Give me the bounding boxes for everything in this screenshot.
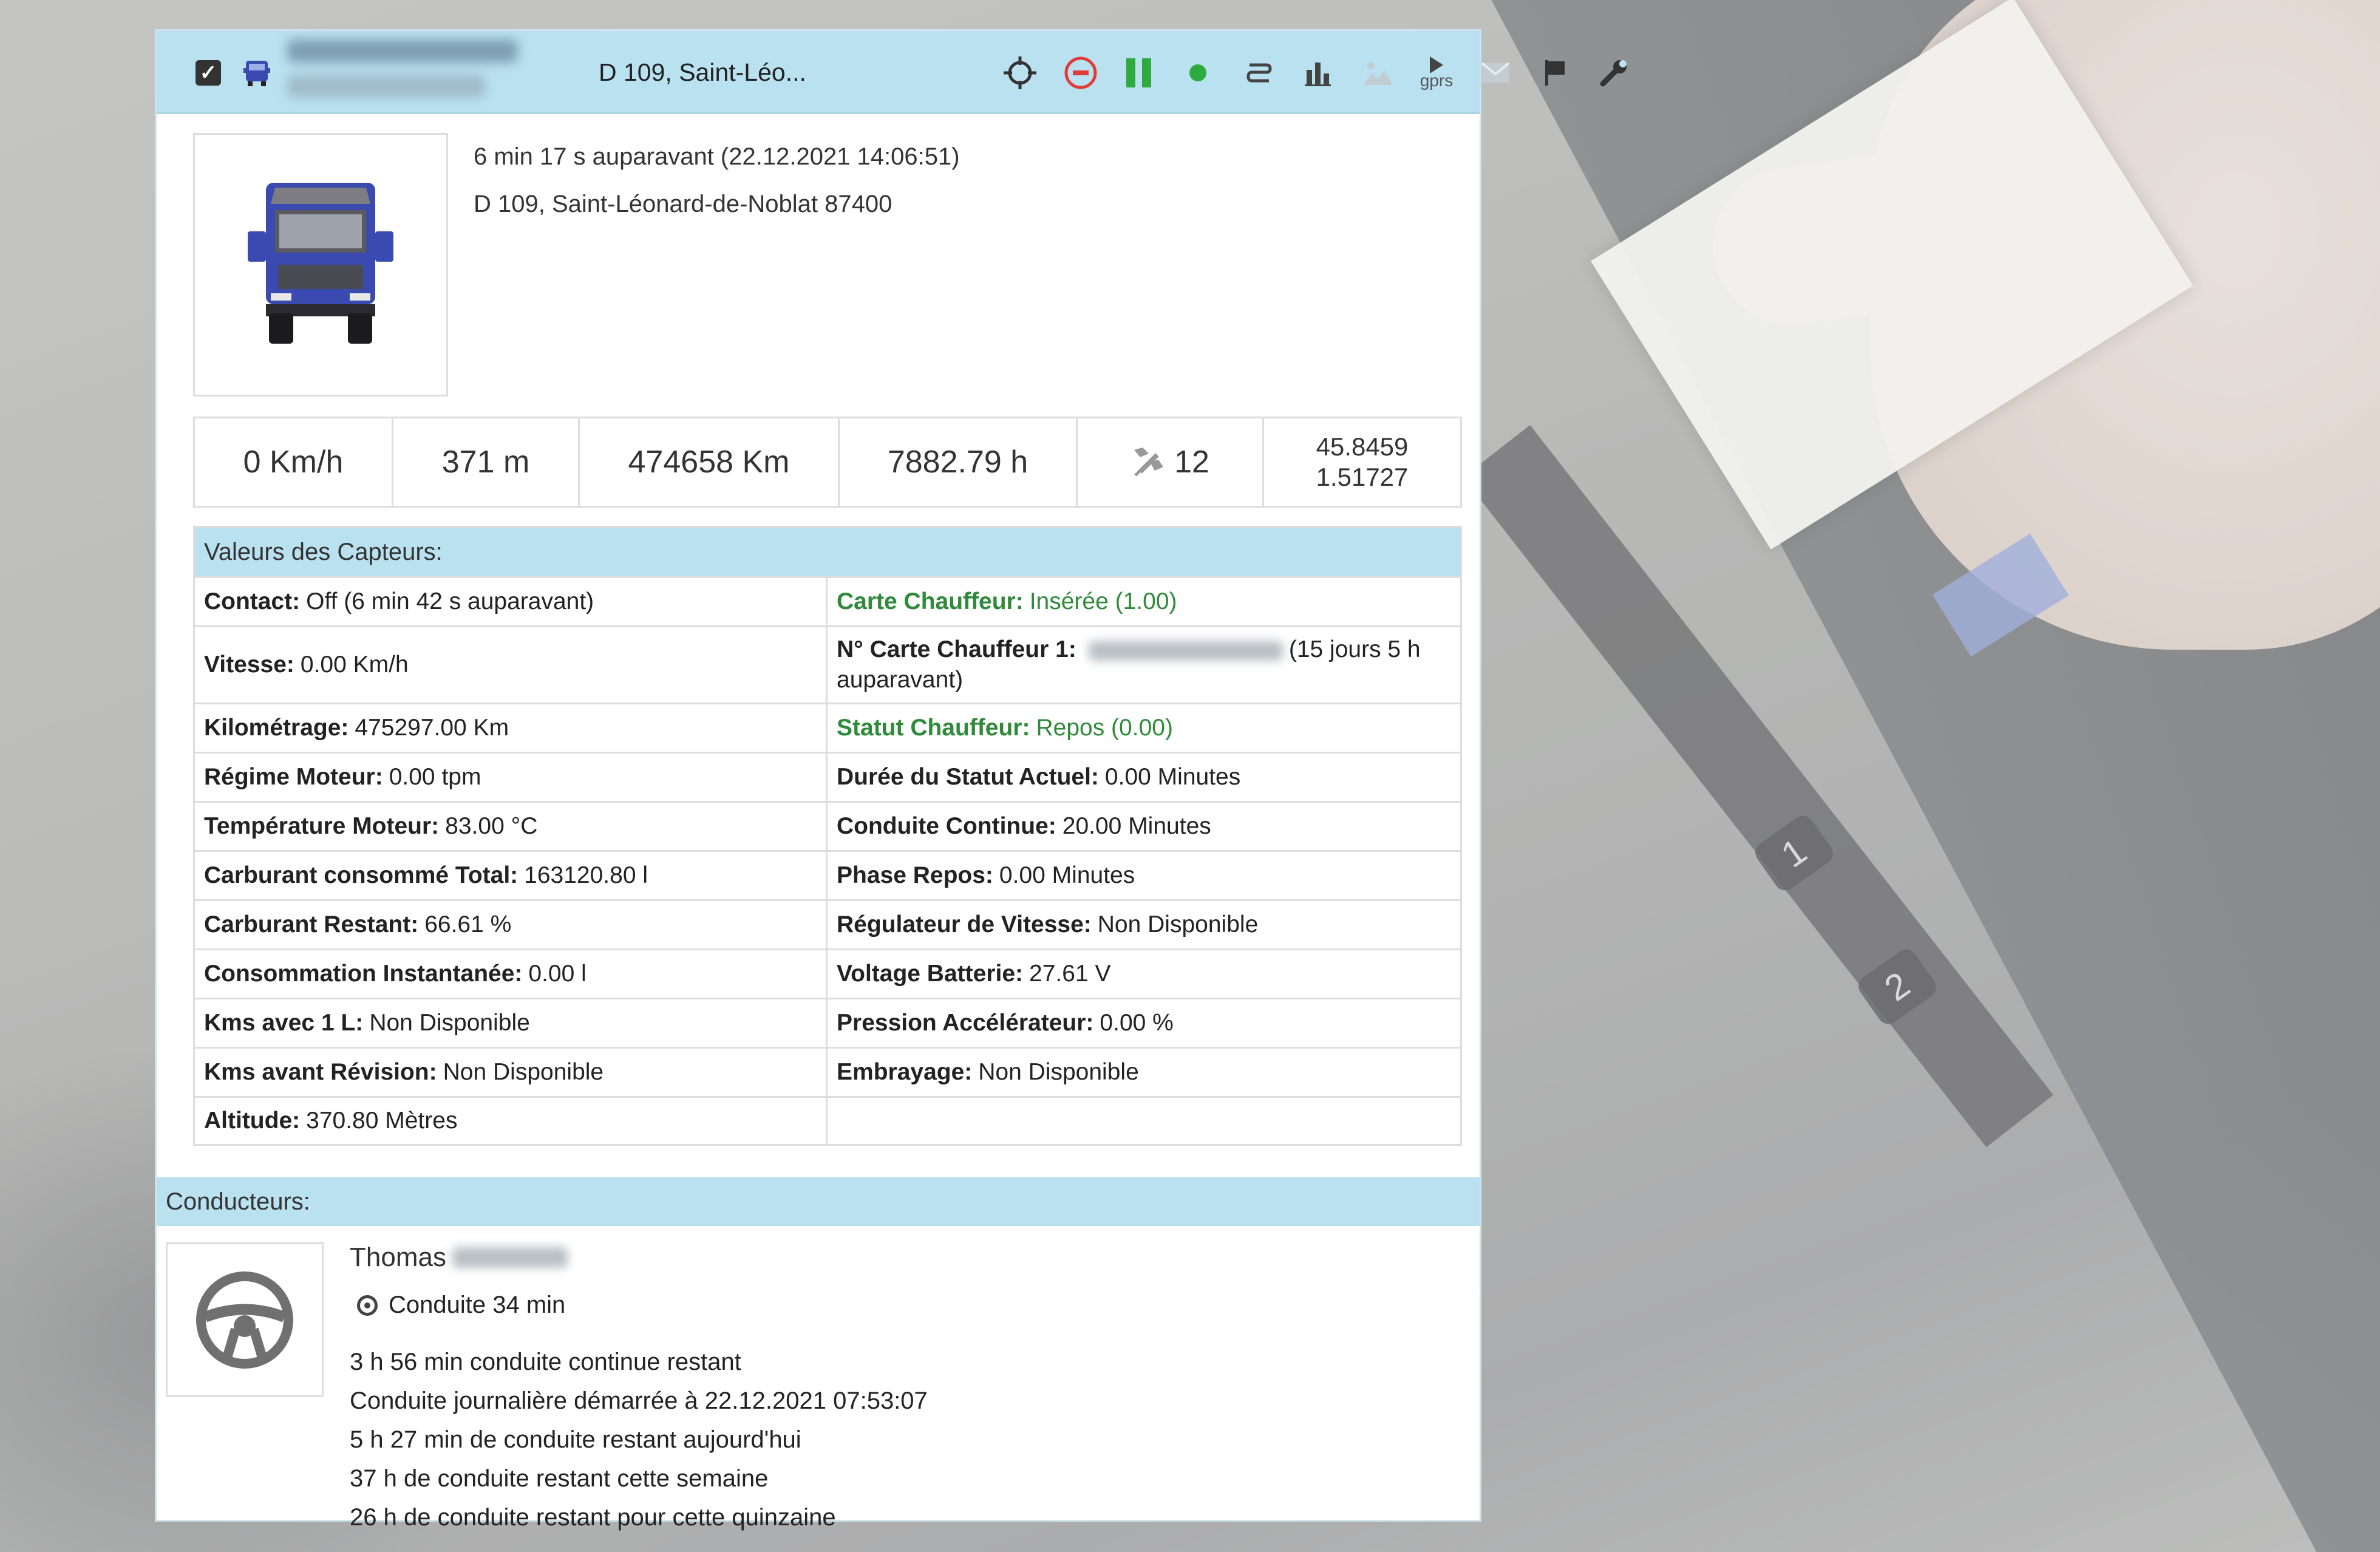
- coordinates-stat: 45.8459 1.51727: [1264, 418, 1460, 506]
- sensors-title: Valeurs des Capteurs:: [195, 528, 1460, 576]
- sensor-cell: Embrayage: Non Disponible: [837, 1059, 1139, 1085]
- checkbox-icon: ✓: [195, 60, 221, 86]
- vehicle-info-panel: ✓ D 109, Saint-Léo... gprs 6 min 17 s au…: [155, 29, 1627, 1531]
- sensor-cell-driver-card: Carte Chauffeur: Insérée (1.00): [837, 588, 1177, 614]
- altitude-stat: 371 m: [393, 418, 580, 506]
- sensor-cell-driver-status: Statut Chauffeur: Repos (0.00): [837, 715, 1173, 741]
- driver-info-line: Conduite journalière démarrée à 22.12.20…: [350, 1387, 928, 1414]
- satellite-icon: [1134, 448, 1164, 477]
- driver-time-info: 3 h 56 min conduite continue restant Con…: [350, 1343, 928, 1537]
- stop-icon[interactable]: [1059, 31, 1102, 114]
- sensor-cell: Carburant Restant: 66.61 %: [195, 901, 828, 948]
- sensor-cell: Kilométrage: 475297.00 Km: [195, 704, 828, 752]
- sensor-cell: Voltage Batterie: 27.61 V: [837, 961, 1111, 987]
- table-row: Contact: Off (6 min 42 s auparavant) Cart…: [195, 576, 1460, 625]
- stats-row: 0 Km/h 371 m 474658 Km 7882.79 h 12 45.8…: [193, 417, 1462, 508]
- toolbar: ✓ D 109, Saint-Léo... gprs: [157, 31, 1627, 114]
- speed-stat: 0 Km/h: [195, 418, 393, 506]
- mileage-stat: 474658 Km: [580, 418, 840, 506]
- drivers-title: Conducteurs:: [157, 1177, 1480, 1226]
- sensor-cell-driver-card-number: N° Carte Chauffeur 1: (15 jours 5 h aupar…: [837, 636, 1421, 693]
- vehicle-address: D 109, Saint-Léonard-de-Noblat 87400: [474, 191, 892, 217]
- sensor-cell: Durée du Statut Actuel: 0.00 Minutes: [837, 764, 1241, 790]
- longitude: 1.51727: [1316, 463, 1409, 491]
- latitude: 45.8459: [1316, 432, 1409, 461]
- sensor-cell: Kms avec 1 L: Non Disponible: [195, 999, 828, 1047]
- sensor-cell: Contact: Off (6 min 42 s auparavant): [195, 578, 828, 625]
- route-icon[interactable]: [1237, 31, 1280, 114]
- truck-icon: [236, 31, 278, 114]
- table-row: Consommation Instantanée: 0.00 l Voltage …: [195, 948, 1460, 998]
- card-number-blurred: [1088, 641, 1283, 661]
- pause-icon[interactable]: [1118, 31, 1160, 114]
- driver-activity: Conduite 34 min: [357, 1292, 565, 1319]
- driver-first-name: Thomas: [350, 1242, 446, 1272]
- driving-status-icon: [357, 1295, 378, 1316]
- satellite-count: 12: [1174, 444, 1209, 480]
- satellites-stat: 12: [1078, 418, 1264, 506]
- table-row: Kilométrage: 475297.00 Km Statut Chauffeu…: [195, 703, 1460, 752]
- table-row: Régime Moteur: 0.00 tpm Durée du Statut A…: [195, 752, 1460, 801]
- online-dot-icon: [1177, 31, 1219, 114]
- driver-last-name-blurred: [452, 1247, 568, 1268]
- truck-front-icon: [248, 183, 393, 344]
- select-checkbox[interactable]: ✓: [194, 31, 222, 114]
- table-row: Température Moteur: 83.00 °C Conduite Con…: [195, 801, 1460, 850]
- last-update: 6 min 17 s auparavant (22.12.2021 14:06:…: [474, 143, 960, 170]
- driver-info-line: 37 h de conduite restant cette semaine: [350, 1465, 769, 1492]
- crosshair-icon[interactable]: [999, 31, 1041, 114]
- sensor-cell: Altitude: 370.80 Mètres: [195, 1098, 828, 1144]
- driver-info-line: 3 h 56 min conduite continue restant: [350, 1349, 741, 1375]
- driver-avatar: [166, 1242, 324, 1397]
- engine-hours-stat: 7882.79 h: [840, 418, 1078, 506]
- vehicle-image: [193, 133, 448, 397]
- toolbar-address: D 109, Saint-Léo...: [599, 58, 806, 86]
- steering-wheel-icon: [196, 1271, 293, 1369]
- message-icon[interactable]: [1474, 31, 1517, 114]
- sensor-cell: Kms avant Révision: Non Disponible: [195, 1049, 828, 1096]
- table-row: Vitesse: 0.00 Km/h N° Carte Chauffeur 1:(…: [195, 625, 1460, 703]
- driver-activity-text: Conduite 34 min: [389, 1292, 566, 1318]
- table-row: Carburant Restant: 66.61 % Régulateur de …: [195, 899, 1460, 948]
- sensor-cell: Carburant consommé Total: 163120.80 l: [195, 852, 828, 899]
- sensor-cell: Conduite Continue: 20.00 Minutes: [837, 813, 1211, 839]
- sensor-cell: Consommation Instantanée: 0.00 l: [195, 950, 828, 998]
- wrench-icon[interactable]: [1593, 31, 1635, 114]
- sensor-cell: Pression Accélérateur: 0.00 %: [837, 1010, 1174, 1036]
- driver-info-line: 26 h de conduite restant pour cette quin…: [350, 1504, 836, 1531]
- sensor-cell: Régulateur de Vitesse: Non Disponible: [837, 911, 1259, 938]
- driver-info-line: 5 h 27 min de conduite restant aujourd'h…: [350, 1426, 801, 1453]
- table-row: Kms avant Révision: Non Disponible Embray…: [195, 1047, 1460, 1096]
- gprs-play-icon[interactable]: gprs: [1415, 31, 1458, 114]
- table-row: Carburant consommé Total: 163120.80 l Pha…: [195, 850, 1460, 899]
- sensor-cell: Régime Moteur: 0.00 tpm: [195, 754, 828, 801]
- bar-chart-icon[interactable]: [1297, 31, 1339, 114]
- sensor-cell: Phase Repos: 0.00 Minutes: [837, 862, 1135, 888]
- image-icon[interactable]: [1356, 31, 1399, 114]
- sensors-table: Valeurs des Capteurs: Contact: Off (6 min…: [193, 526, 1462, 1146]
- driver-name: Thomas: [350, 1239, 574, 1276]
- gprs-label: gprs: [1420, 70, 1453, 90]
- sensor-cell: Vitesse: 0.00 Km/h: [195, 627, 828, 703]
- table-row: Kms avec 1 L: Non Disponible Pression Acc…: [195, 998, 1460, 1047]
- vehicle-summary: 6 min 17 s auparavant (22.12.2021 14:06:…: [474, 133, 960, 228]
- table-row: Altitude: 370.80 Mètres: [195, 1096, 1460, 1144]
- sensor-cell: Température Moteur: 83.00 °C: [195, 803, 828, 850]
- vehicle-plate-blurred: [287, 31, 518, 123]
- flag-icon[interactable]: [1534, 31, 1576, 114]
- sensor-cell-empty: [828, 1098, 1460, 1144]
